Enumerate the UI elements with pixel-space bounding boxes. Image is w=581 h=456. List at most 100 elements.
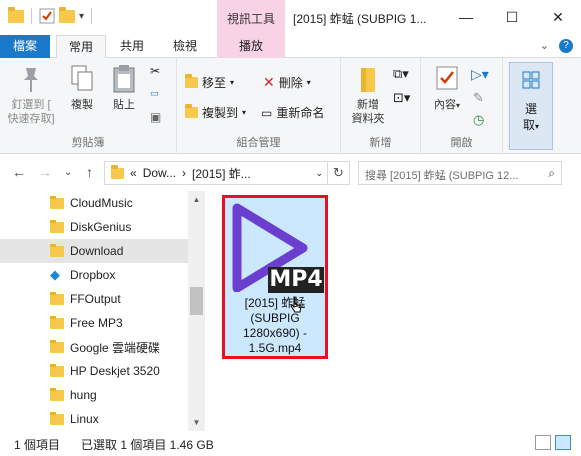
address-folder-icon — [111, 164, 124, 179]
ribbon-tabs: 檔案 常用 共用 檢視 播放 ⌄ ? — [0, 35, 581, 59]
folder-icon — [50, 195, 64, 209]
file-name: [2015] 蚱蜢 (SUBPIG 1280x690) - 1.5G.mp4 — [242, 296, 308, 355]
paste-shortcut-icon[interactable]: ▣ — [150, 110, 161, 124]
new-folder-big-icon — [361, 68, 375, 92]
mp4-badge: MP4 — [268, 267, 324, 293]
copy-folder-icon — [185, 104, 198, 118]
customize-toolbar-icon[interactable]: ▾ — [79, 11, 84, 22]
pin-icon — [24, 68, 38, 92]
folder-icon — [50, 243, 64, 257]
nav-item-hp-deskjet[interactable]: HP Deskjet 3520 — [0, 359, 188, 383]
minimize-button[interactable]: — — [443, 0, 489, 35]
nav-item-free-mp3[interactable]: Free MP3 — [0, 311, 188, 335]
select-label-1: 選 — [524, 102, 537, 116]
open-group: 內容▾ ▷▾ ✎ ◷ 開啟 — [421, 58, 503, 154]
up-arrow-icon[interactable]: ↑ — [86, 164, 93, 180]
nav-item-linux[interactable]: Linux — [0, 407, 188, 431]
copy-to-button[interactable]: 複製到 ▾ — [185, 104, 246, 121]
delete-button[interactable]: ✕ 刪除 ▾ — [263, 74, 311, 91]
nav-item-diskgenius[interactable]: DiskGenius — [0, 215, 188, 239]
breadcrumb-current[interactable]: [2015] 蚱... — [192, 165, 251, 182]
breadcrumb-download[interactable]: Dow... — [143, 166, 176, 180]
folder-icon — [50, 339, 64, 353]
nav-scrollbar[interactable]: ▲ ▼ — [188, 191, 205, 431]
organize-group-label: 組合管理 — [236, 137, 281, 149]
new-group: 新增 資料夾 ⧉▾ ⊡▾ 新增 — [341, 58, 421, 154]
search-icon[interactable]: ⌕ — [548, 166, 555, 181]
close-button[interactable]: ✕ — [535, 0, 581, 35]
scroll-up-icon[interactable]: ▲ — [188, 191, 205, 208]
easy-access-icon[interactable]: ⊡▾ — [393, 90, 410, 106]
properties-check-icon[interactable] — [39, 8, 55, 24]
breadcrumb-chevron-icon[interactable]: › — [182, 166, 186, 180]
item-count: 1 個項目 — [14, 438, 61, 452]
nav-item-hung[interactable]: hung — [0, 383, 188, 407]
pin-to-quick-access-button[interactable]: 釘選到 [ 快速存取] — [6, 64, 56, 126]
details-view-icon[interactable] — [535, 435, 551, 450]
open-group-label: 開啟 — [450, 137, 473, 149]
new-item-icon[interactable]: ⧉▾ — [393, 66, 409, 82]
ribbon: 釘選到 [ 快速存取] 複製 貼上 ✂ ▭ ▣ 剪貼簿 移至 ▾ 複製到 ▾ ✕… — [0, 58, 581, 154]
clipboard-group: 釘選到 [ 快速存取] 複製 貼上 ✂ ▭ ▣ 剪貼簿 — [0, 58, 177, 154]
scroll-down-icon[interactable]: ▼ — [188, 414, 205, 431]
refresh-icon[interactable]: ↻ — [328, 161, 350, 185]
select-group[interactable]: 選 取▾ — [509, 62, 553, 150]
expand-ribbon-icon[interactable]: ⌄ — [540, 39, 549, 53]
nav-item-cloudmusic[interactable]: CloudMusic — [0, 191, 188, 215]
selection-info: 已選取 1 個項目 1.46 GB — [81, 438, 214, 452]
folder-icon — [50, 387, 64, 401]
video-tools-context-title: 視訊工具 — [217, 0, 285, 35]
nav-item-ffoutput[interactable]: FFOutput — [0, 287, 188, 311]
quick-access-toolbar: ▾ — [8, 6, 95, 24]
copy-icon — [71, 65, 93, 91]
nav-item-dropbox[interactable]: ◆ Dropbox — [0, 263, 188, 287]
tab-home[interactable]: 常用 — [56, 35, 107, 59]
nav-item-google-drive[interactable]: Google 雲端硬碟 — [0, 335, 188, 359]
scroll-thumb[interactable] — [190, 287, 203, 315]
rename-button[interactable]: ▭ 重新命名 — [261, 104, 324, 121]
help-icon[interactable]: ? — [559, 39, 573, 53]
nav-item-download[interactable]: Download — [0, 239, 188, 263]
divider — [31, 8, 32, 24]
folder-icon — [50, 363, 64, 377]
move-to-button[interactable]: 移至 ▾ — [185, 74, 234, 91]
maximize-button[interactable]: ☐ — [489, 0, 535, 35]
history-icon[interactable]: ◷ — [473, 112, 484, 128]
new-folder-icon[interactable] — [59, 6, 75, 23]
back-arrow-icon[interactable]: ← — [12, 164, 26, 180]
address-dropdown-icon[interactable]: ⌄ — [315, 168, 323, 179]
tab-play[interactable]: 播放 — [217, 35, 285, 58]
window-title: [2015] 蚱蜢 (SUBPIG 1... — [293, 12, 427, 26]
paste-icon — [113, 65, 135, 93]
copy-path-icon[interactable]: ▭ — [150, 88, 159, 99]
forward-arrow-icon[interactable]: → — [38, 164, 52, 180]
move-folder-icon — [185, 74, 198, 88]
file-item-mp4[interactable]: MP4 [2015] 蚱蜢 (SUBPIG 1280x690) - 1.5G.m… — [222, 195, 328, 359]
tab-view[interactable]: 檢視 — [161, 35, 209, 58]
recent-chevron-icon[interactable]: ⌄ — [64, 167, 72, 178]
tab-file[interactable]: 檔案 — [0, 35, 50, 58]
folder-icon — [50, 411, 64, 425]
folder-icon — [50, 291, 64, 305]
copy-button[interactable]: 複製 — [62, 64, 102, 112]
clipboard-group-label: 剪貼簿 — [71, 137, 105, 149]
open-icon[interactable]: ▷▾ — [471, 66, 489, 83]
properties-button[interactable]: 內容▾ — [429, 64, 465, 113]
edit-icon[interactable]: ✎ — [473, 90, 484, 106]
organize-group: 移至 ▾ 複製到 ▾ ✕ 刪除 ▾ ▭ 重新命名 組合管理 — [177, 58, 341, 154]
large-icons-view-icon[interactable] — [555, 435, 571, 450]
address-overflow[interactable]: « — [130, 166, 137, 180]
new-folder-button[interactable]: 新增 資料夾 — [345, 64, 391, 126]
paste-button[interactable]: 貼上 — [104, 64, 144, 112]
title-bar: ▾ 視訊工具 [2015] 蚱蜢 (SUBPIG 1... — ☐ ✕ — [0, 0, 581, 35]
address-bar[interactable]: « Dow... › [2015] 蚱... ⌄ — [104, 161, 328, 185]
tab-share[interactable]: 共用 — [108, 35, 156, 58]
search-input[interactable]: 搜尋 [2015] 蚱蜢 (SUBPIG 12... ⌕ — [358, 161, 562, 185]
file-list: MP4 [2015] 蚱蜢 (SUBPIG 1280x690) - 1.5G.m… — [205, 191, 581, 431]
rename-icon: ▭ — [261, 105, 273, 120]
divider — [91, 8, 93, 24]
cut-icon[interactable]: ✂ — [150, 64, 160, 78]
folder-icon — [50, 219, 64, 233]
folder-icon — [50, 315, 64, 329]
status-bar: 1 個項目 已選取 1 個項目 1.46 GB — [0, 431, 581, 456]
